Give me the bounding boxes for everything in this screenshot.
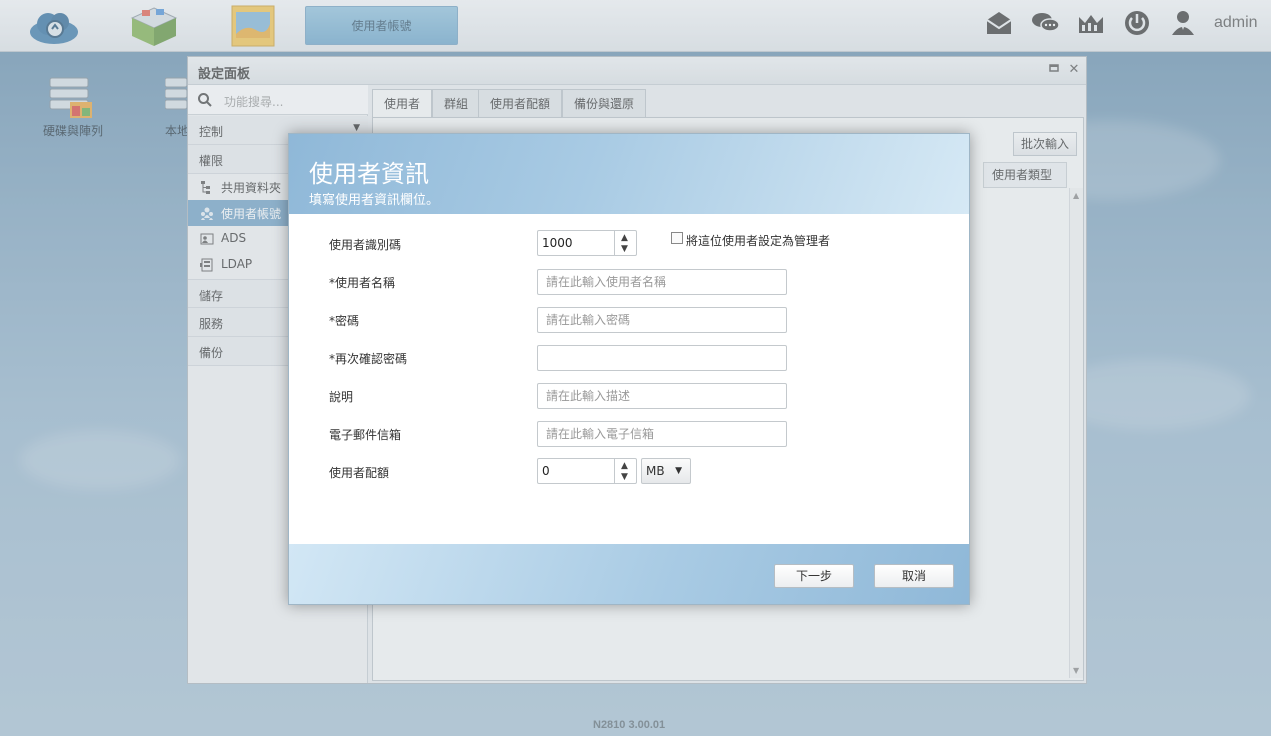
dialog-header: 使用者資訊 填寫使用者資訊欄位。	[289, 134, 969, 214]
quota-unit-value: MB	[646, 464, 665, 478]
quota-stepper-buttons[interactable]: ▲ ▼	[614, 459, 636, 483]
form-row-uid: 使用者識別碼 ▲ ▼ 將這位使用者設定為管理者	[289, 230, 969, 258]
description-input[interactable]	[537, 383, 787, 409]
user-info-dialog: 使用者資訊 填寫使用者資訊欄位。 使用者識別碼 ▲ ▼ 將這位使用者設定為管理者…	[288, 133, 970, 605]
admin-checkbox-label[interactable]: 將這位使用者設定為管理者	[686, 232, 830, 249]
confirm-password-label: *再次確認密碼	[329, 352, 408, 366]
decrement-icon[interactable]: ▼	[621, 472, 628, 482]
confirm-password-input[interactable]	[537, 345, 787, 371]
username-input[interactable]	[537, 269, 787, 295]
decrement-icon[interactable]: ▼	[621, 244, 628, 254]
uid-input[interactable]	[538, 231, 614, 255]
form-row-description: 說明	[289, 382, 969, 410]
quota-input[interactable]	[538, 459, 614, 483]
username-label: *使用者名稱	[329, 276, 396, 290]
uid-stepper[interactable]: ▲ ▼	[537, 230, 637, 256]
cancel-button[interactable]: 取消	[874, 564, 954, 588]
admin-checkbox[interactable]	[671, 232, 683, 244]
uid-stepper-buttons[interactable]: ▲ ▼	[614, 231, 636, 255]
form-row-confirm-password: *再次確認密碼	[289, 344, 969, 372]
form-row-password: *密碼	[289, 306, 969, 334]
dialog-footer: 下一步 取消	[289, 544, 969, 604]
email-input[interactable]	[537, 421, 787, 447]
password-input[interactable]	[537, 307, 787, 333]
description-label: 說明	[329, 390, 354, 404]
increment-icon[interactable]: ▲	[621, 461, 628, 471]
chevron-down-icon: ▼	[675, 466, 682, 476]
increment-icon[interactable]: ▲	[621, 233, 628, 243]
uid-label: 使用者識別碼	[329, 238, 402, 252]
form-row-username: *使用者名稱	[289, 268, 969, 296]
password-label: *密碼	[329, 314, 360, 328]
form-row-quota: 使用者配額 ▲ ▼ MB ▼	[289, 458, 969, 486]
dialog-title: 使用者資訊	[309, 160, 429, 188]
dialog-subtitle: 填寫使用者資訊欄位。	[309, 193, 440, 208]
email-label: 電子郵件信箱	[329, 428, 402, 442]
quota-unit-select[interactable]: MB ▼	[641, 458, 691, 484]
next-button[interactable]: 下一步	[774, 564, 854, 588]
quota-stepper[interactable]: ▲ ▼	[537, 458, 637, 484]
quota-label: 使用者配額	[329, 466, 390, 480]
form-row-email: 電子郵件信箱	[289, 420, 969, 448]
